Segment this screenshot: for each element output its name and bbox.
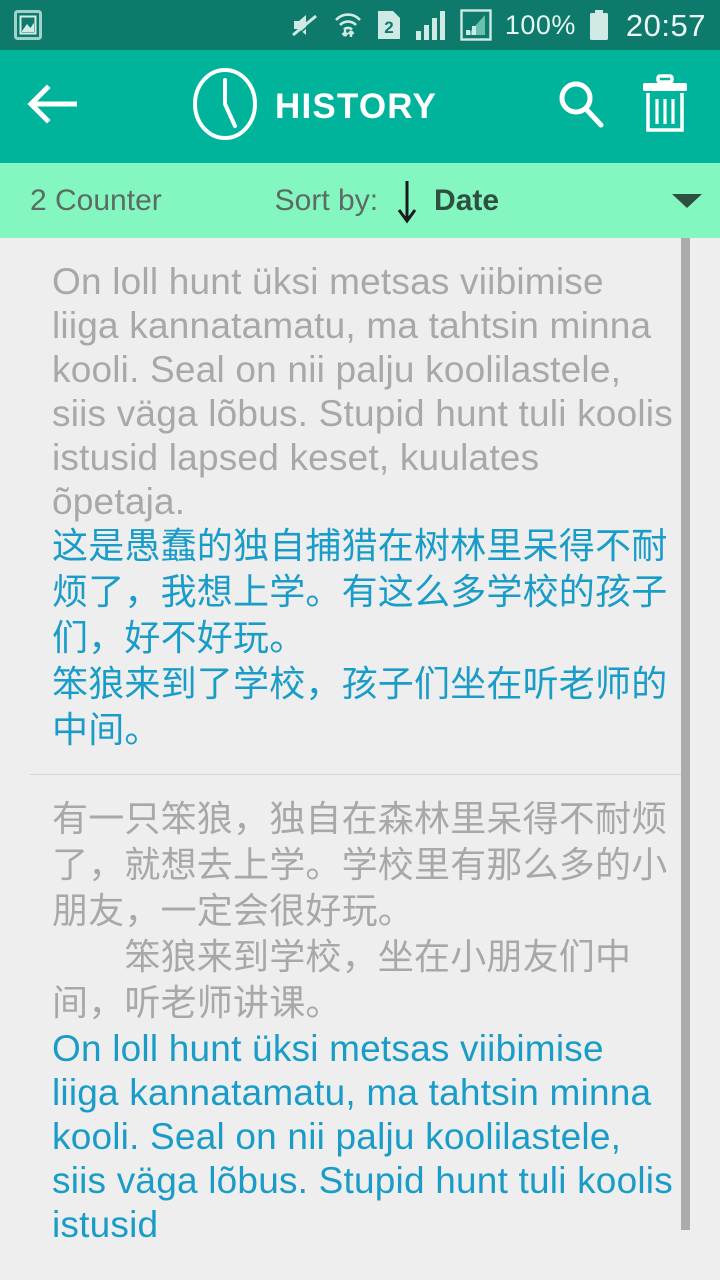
history-item-source-text: On loll hunt üksi metsas viibimise liiga… [52,261,684,522]
vertical-scrollbar[interactable] [681,238,690,1280]
sort-by-label: Sort by: [274,183,379,217]
history-item-target-text: 这是愚蠢的独自捕猎在树林里呆得不耐烦了，我想上学。有这么多学校的孩子们，好不好玩… [52,526,668,751]
signal-box-icon [460,9,492,41]
battery-full-icon [589,9,609,41]
scrollbar-thumb[interactable] [681,238,690,1230]
action-bar: HISTORY [0,50,720,163]
app-screen: 2 100% 20:57 HISTORY 2 Counter Sort by: … [0,0,720,1280]
page-title: HISTORY [274,87,438,126]
clock-icon [191,66,259,147]
history-item-source-text: 有一只笨狼，独自在森林里呆得不耐烦了，就想去上学。学校里有那么多的小朋友，一定会… [52,799,668,1024]
battery-percent-label: 100% [504,9,576,40]
delete-button[interactable] [632,74,698,140]
search-button[interactable] [548,74,614,140]
counter-label: 2 Counter [30,183,162,217]
signal-bars-icon [415,9,447,41]
image-notification-icon [14,9,42,41]
back-button[interactable] [22,76,84,138]
mute-icon [290,10,320,40]
trash-icon [639,74,691,139]
status-bar-left [14,9,42,41]
sim2-icon: 2 [376,9,402,41]
arrow-down-icon[interactable] [394,178,420,224]
arrow-left-icon [25,82,81,131]
wifi-transfer-icon [333,10,363,40]
history-list[interactable]: On loll hunt üksi metsas viibimise liiga… [0,238,720,1280]
svg-text:2: 2 [384,18,393,37]
sort-value-label: Date [434,183,500,217]
history-item[interactable]: 有一只笨狼，独自在森林里呆得不耐烦了，就想去上学。学校里有那么多的小朋友，一定会… [0,775,720,1267]
chevron-down-icon [672,193,702,208]
status-bar: 2 100% 20:57 [0,0,720,50]
status-bar-clock: 20:57 [625,7,706,43]
sort-bar: 2 Counter Sort by: Date [0,163,720,238]
history-item-target-text: On loll hunt üksi metsas viibimise liiga… [52,1028,684,1245]
action-bar-title-group: HISTORY [80,66,548,147]
status-bar-right: 2 100% 20:57 [290,9,706,41]
history-item[interactable]: On loll hunt üksi metsas viibimise liiga… [0,238,720,774]
sort-dropdown-button[interactable] [612,193,702,208]
search-icon [554,77,608,136]
sort-control[interactable]: Sort by: Date [275,178,499,224]
